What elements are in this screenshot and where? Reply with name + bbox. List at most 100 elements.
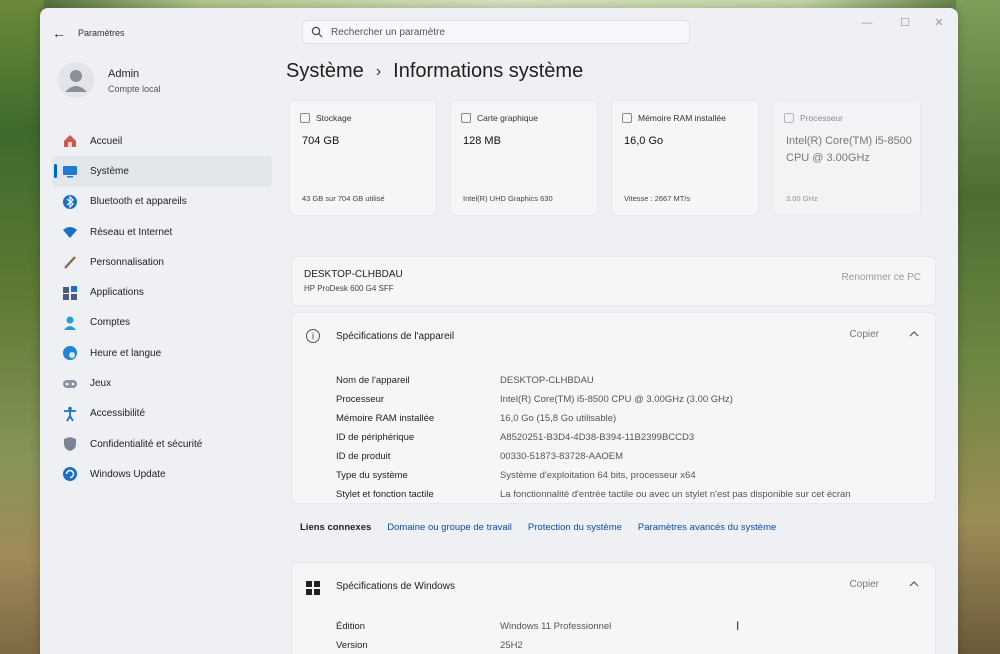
- spec-label: Mémoire RAM installée: [336, 413, 435, 424]
- sidebar-item-label: Réseau et Internet: [90, 226, 173, 238]
- globe-icon: [63, 346, 77, 361]
- spec-label: Processeur: [336, 394, 385, 405]
- wallpaper-left: [0, 0, 44, 654]
- spec-value: A8520251-B3D4-4D38-B394-11B2399BCCD3: [500, 432, 695, 443]
- minimize-button[interactable]: —: [852, 12, 882, 34]
- spec-label: Stylet et fonction tactile: [336, 489, 434, 500]
- windows-logo-icon: [306, 581, 320, 595]
- sidebar-item-systeme[interactable]: Système: [52, 156, 272, 187]
- sidebar-item-label: Comptes: [90, 317, 131, 329]
- spec-value: 00330-51873-83728-AAOEM: [500, 451, 624, 462]
- graphics-card[interactable]: Carte graphique 128 MB Intel(R) UHD Grap…: [450, 100, 598, 216]
- maximize-button[interactable]: ☐: [890, 12, 920, 34]
- spec-row: Édition Windows 11 Professionnel: [336, 621, 916, 639]
- chevron-up-icon[interactable]: [907, 327, 921, 341]
- system-protection-link[interactable]: Protection du système: [528, 522, 622, 533]
- spec-row: ID de produit 00330-51873-83728-AAOEM: [336, 451, 916, 469]
- processor-card[interactable]: Processeur Intel(R) Core(TM) i5-8500 CPU…: [773, 100, 921, 216]
- spec-label: Nom de l'appareil: [336, 375, 410, 386]
- copy-button[interactable]: Copier: [850, 329, 879, 340]
- home-icon: [64, 135, 76, 148]
- spec-row: Mémoire RAM installée 16,0 Go (15,8 Go u…: [336, 413, 916, 431]
- gamepad-icon: [63, 379, 77, 388]
- ram-card[interactable]: Mémoire RAM installée 16,0 Go Vitesse : …: [611, 100, 759, 216]
- spec-value: La fonctionnalité d'entrée tactile ou av…: [500, 489, 851, 500]
- related-links-label: Liens connexes: [300, 522, 372, 533]
- page-title: Informations système: [393, 60, 584, 82]
- windows-specs-section: Spécifications de Windows Copier Édition…: [291, 562, 936, 654]
- sidebar-item-label: Système: [90, 165, 129, 177]
- sidebar-item-label: Applications: [90, 287, 144, 299]
- sidebar-item-label: Jeux: [90, 378, 112, 390]
- search-input[interactable]: Rechercher un paramètre: [302, 20, 690, 44]
- brush-icon: [64, 256, 76, 270]
- card-value: 128 MB: [463, 135, 501, 147]
- close-button[interactable]: ✕: [924, 12, 954, 34]
- sidebar-item-accessibilite[interactable]: Accessibilité: [52, 399, 272, 429]
- back-button[interactable]: ←: [50, 24, 68, 42]
- sidebar-item-confidentialite[interactable]: Confidentialité et sécurité: [52, 429, 272, 459]
- settings-window: ← Paramètres Rechercher un paramètre — ☐…: [40, 8, 958, 654]
- rename-pc-button[interactable]: Renommer ce PC: [842, 272, 921, 283]
- spec-row: Stylet et fonction tactile La fonctionna…: [336, 489, 916, 507]
- sidebar: Admin Compte local Accueil Système Bluet…: [40, 54, 276, 654]
- card-title: Mémoire RAM installée: [638, 113, 726, 123]
- sidebar-item-label: Windows Update: [90, 468, 166, 480]
- spec-value: 16,0 Go (15,8 Go utilisable): [500, 413, 617, 424]
- sidebar-item-accueil[interactable]: Accueil: [52, 126, 272, 156]
- chevron-up-icon[interactable]: [907, 577, 921, 591]
- spec-row: Type du système Système d'exploitation 6…: [336, 470, 916, 488]
- device-specs-header[interactable]: i Spécifications de l'appareil Copier: [292, 313, 937, 359]
- card-title: Carte graphique: [477, 113, 538, 123]
- sidebar-item-label: Accessibilité: [90, 408, 146, 420]
- spec-label: ID de produit: [336, 451, 391, 462]
- sidebar-item-label: Confidentialité et sécurité: [90, 438, 203, 450]
- sidebar-item-personnalisation[interactable]: Personnalisation: [52, 247, 272, 277]
- sidebar-item-reseau[interactable]: Réseau et Internet: [52, 217, 272, 247]
- spec-label: Type du système: [336, 470, 408, 481]
- windows-specs-header[interactable]: Spécifications de Windows Copier: [292, 563, 937, 609]
- titlebar: ← Paramètres Rechercher un paramètre — ☐…: [40, 8, 958, 54]
- avatar[interactable]: [58, 62, 94, 98]
- card-title: Stockage: [316, 113, 352, 123]
- breadcrumb-parent[interactable]: Système: [286, 60, 364, 83]
- apps-icon: [63, 285, 77, 300]
- sidebar-item-label: Personnalisation: [90, 256, 164, 268]
- card-sub: 43 GB sur 704 GB utilisé: [302, 194, 385, 203]
- app-title: Paramètres: [78, 28, 125, 38]
- copy-button[interactable]: Copier: [850, 579, 879, 590]
- sidebar-item-bluetooth[interactable]: Bluetooth et appareils: [52, 187, 272, 217]
- spec-row: ID de périphérique A8520251-B3D4-4D38-B3…: [336, 432, 916, 450]
- sidebar-item-windows-update[interactable]: Windows Update: [52, 459, 272, 489]
- related-links: Liens connexes Domaine ou groupe de trav…: [300, 522, 776, 533]
- spec-row: Processeur Intel(R) Core(TM) i5-8500 CPU…: [336, 394, 916, 412]
- storage-icon: [300, 113, 310, 123]
- account-type: Compte local: [108, 84, 161, 94]
- domain-workgroup-link[interactable]: Domaine ou groupe de travail: [387, 522, 512, 533]
- spec-label: Édition: [336, 621, 366, 632]
- person-icon: [64, 316, 76, 330]
- sidebar-item-comptes[interactable]: Comptes: [52, 308, 272, 338]
- device-name-card: DESKTOP-CLHBDAU HP ProDesk 600 G4 SFF Re…: [291, 256, 936, 306]
- info-icon: i: [306, 329, 320, 343]
- card-value: Intel(R) Core(TM) i5-8500 CPU @ 3.00GHz: [786, 135, 912, 164]
- storage-card[interactable]: Stockage 704 GB 43 GB sur 704 GB utilisé: [289, 100, 437, 216]
- sidebar-item-heure[interactable]: Heure et langue: [52, 338, 272, 368]
- card-sub: 3.00 GHz: [786, 194, 818, 203]
- user-name: Admin: [108, 68, 140, 80]
- search-placeholder: Rechercher un paramètre: [331, 27, 445, 38]
- user-avatar-icon: [65, 70, 87, 92]
- sidebar-item-jeux[interactable]: Jeux: [52, 368, 272, 398]
- sidebar-item-applications[interactable]: Applications: [52, 277, 272, 307]
- spec-value: 25H2: [500, 640, 523, 651]
- spec-row: Nom de l'appareil DESKTOP-CLHBDAU: [336, 375, 916, 393]
- wifi-icon: [63, 227, 77, 239]
- sidebar-item-label: Accueil: [90, 135, 123, 147]
- spec-value: Système d'exploitation 64 bits, processe…: [500, 470, 696, 481]
- breadcrumb: Système › Informations système: [286, 60, 583, 83]
- device-model: HP ProDesk 600 G4 SFF: [304, 284, 394, 293]
- device-name: DESKTOP-CLHBDAU: [304, 269, 403, 280]
- advanced-system-settings-link[interactable]: Paramètres avancés du système: [638, 522, 776, 533]
- system-icon: [63, 166, 77, 178]
- card-value: 704 GB: [302, 135, 340, 147]
